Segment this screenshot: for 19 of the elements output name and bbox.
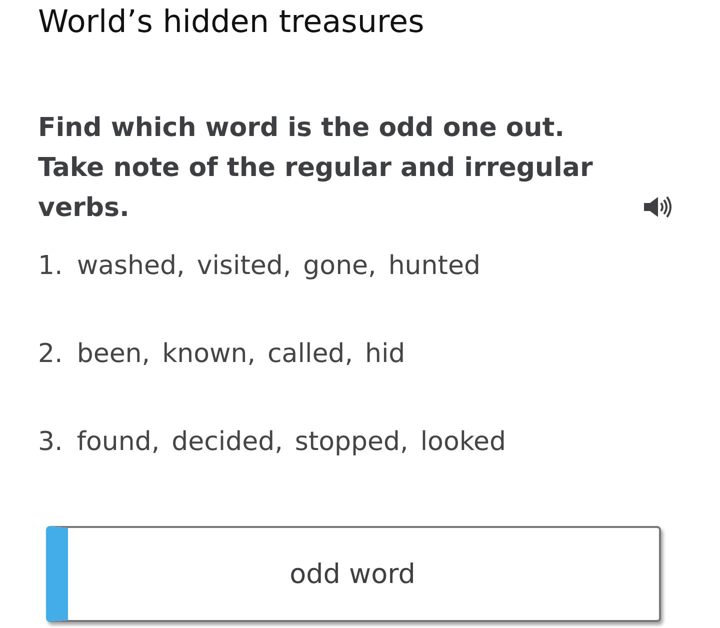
verb-word: washed, (76, 250, 185, 283)
verb-word: called, (268, 338, 353, 371)
item-number: 2. (38, 338, 63, 371)
verb-word: visited, (196, 250, 292, 283)
verb-word: known, (162, 338, 256, 371)
speaker-icon[interactable] (642, 194, 672, 220)
verb-word: been, (76, 338, 150, 371)
item-number: 3. (38, 426, 63, 459)
page-title: World’s hidden treasures (38, 3, 426, 42)
item-number: 1. (38, 250, 63, 283)
verb-word: looked (420, 426, 506, 459)
verb-word: stopped, (294, 426, 408, 459)
verb-word: decided, (172, 426, 283, 459)
verb-word: hid (364, 338, 406, 371)
answer-card[interactable]: odd word (46, 526, 661, 622)
verb-word: found, (76, 426, 160, 459)
verb-word: gone, (303, 250, 376, 283)
instruction-text: Find which word is the odd one out. Take note of the regular and irregular verbs. (38, 112, 594, 225)
verb-word: hunted (388, 250, 480, 283)
